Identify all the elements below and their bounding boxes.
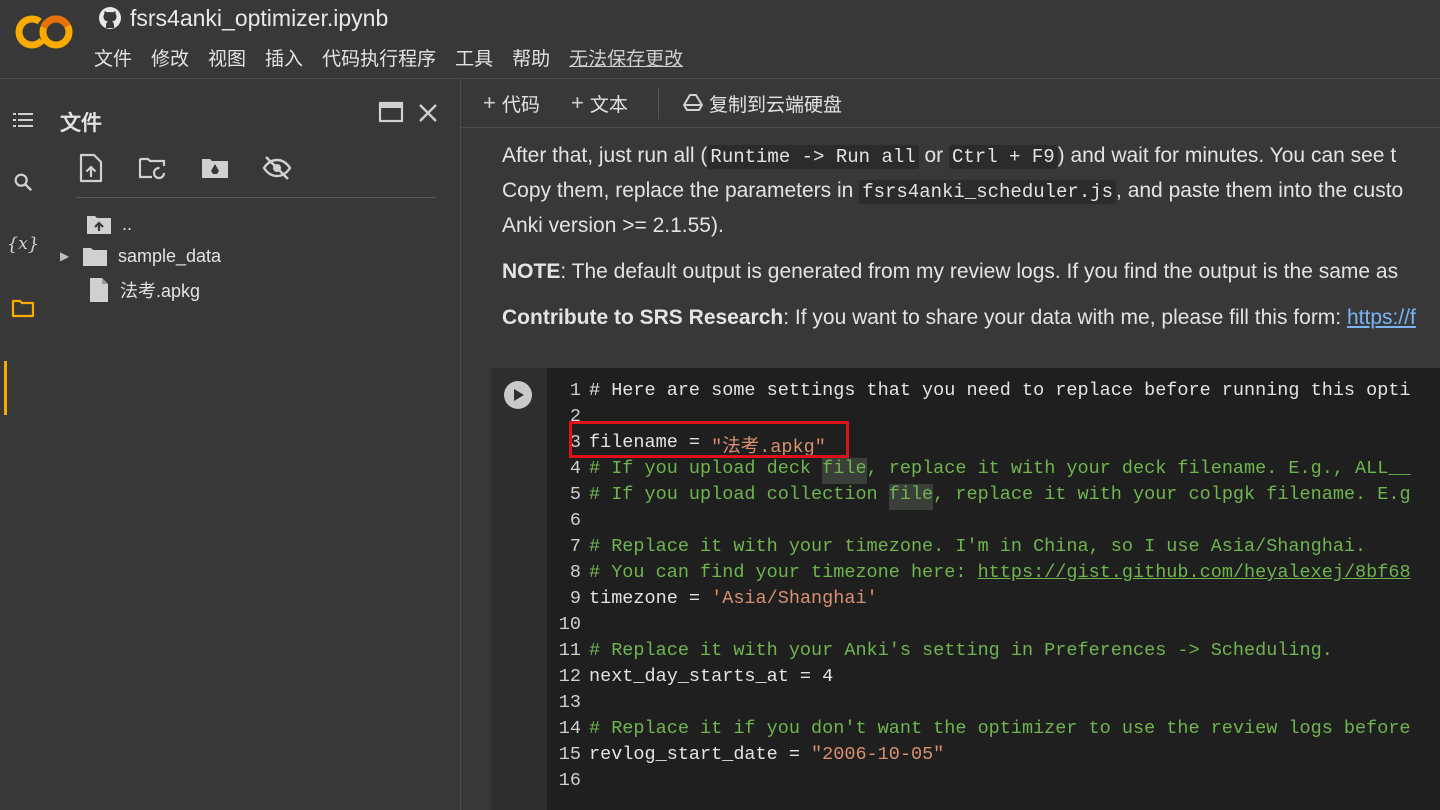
file-icon: [90, 278, 108, 302]
notebook-toolbar: + 代码 + 文本 复制到云端硬盘: [461, 79, 1440, 128]
code-line: 6: [569, 510, 581, 531]
variables-icon[interactable]: {x}: [7, 231, 40, 257]
file-panel: 文件 .. ▶ sample_data 法考.apkg: [46, 79, 461, 810]
code-line: 9 timezone = 'Asia/Shanghai': [569, 588, 878, 609]
menu-view[interactable]: 视图: [208, 44, 246, 71]
add-code-label: 代码: [501, 94, 540, 116]
folder-up-icon: [87, 216, 111, 234]
tree-item-sample-data[interactable]: ▶ sample_data: [60, 245, 221, 267]
plus-icon: +: [571, 90, 584, 115]
unsaved-changes-link[interactable]: 无法保存更改: [569, 44, 683, 71]
tree-item-parent[interactable]: ..: [86, 213, 132, 235]
notebook-title-text[interactable]: fsrs4anki_optimizer.ipynb: [130, 5, 388, 32]
code-line: 15 revlog_start_date = "2006-10-05": [558, 744, 945, 765]
markdown-paragraph: After that, just run all (Runtime -> Run…: [502, 144, 1397, 169]
hide-hidden-files-icon[interactable]: [262, 153, 292, 183]
menu-bar: 文件 修改 视图 插入 代码执行程序 工具 帮助 无法保存更改: [94, 44, 683, 71]
run-cell-button[interactable]: [504, 381, 532, 409]
close-icon[interactable]: [416, 101, 440, 125]
tree-item-apkg[interactable]: 法考.apkg: [88, 277, 200, 303]
code-cell[interactable]: 1 # Here are some settings that you need …: [491, 368, 1440, 810]
folder-icon: [83, 248, 107, 266]
play-icon: [514, 389, 524, 401]
add-text-label: 文本: [589, 94, 628, 116]
code-line: 14 # Replace it if you don't want the opt…: [558, 718, 1411, 739]
code-line: 5 # If you upload collection file, replac…: [547, 484, 1411, 510]
timezone-link[interactable]: https://gist.github.com/heyalexej/8bf68: [978, 562, 1411, 588]
file-panel-title: 文件: [60, 112, 102, 135]
plus-icon: +: [483, 90, 496, 115]
app-header: fsrs4anki_optimizer.ipynb 文件 修改 视图 插入 代码…: [0, 0, 1440, 79]
upload-file-icon[interactable]: [76, 153, 106, 183]
inline-code: Ctrl + F9: [949, 145, 1058, 169]
code-line: 4 # If you upload deck file, replace it w…: [547, 458, 1411, 484]
activity-bar: {x}: [0, 79, 46, 810]
add-code-button[interactable]: + 代码: [483, 89, 540, 117]
copy-to-drive-button[interactable]: 复制到云端硬盘: [683, 89, 842, 117]
menu-file[interactable]: 文件: [94, 44, 132, 71]
menu-insert[interactable]: 插入: [265, 44, 303, 71]
code-line: 7 # Replace it with your timezone. I'm in…: [569, 536, 1367, 557]
code-line: 11 # Replace it with your Anki's setting …: [558, 640, 1333, 661]
open-in-window-icon[interactable]: [378, 101, 404, 123]
copy-to-drive-label: 复制到云端硬盘: [709, 94, 843, 116]
files-icon[interactable]: [10, 295, 36, 321]
menu-runtime[interactable]: 代码执行程序: [322, 44, 436, 71]
tree-item-label: sample_data: [118, 245, 222, 266]
form-link[interactable]: https://f: [1347, 306, 1416, 329]
markdown-paragraph: Anki version >= 2.1.55).: [502, 214, 724, 237]
mount-drive-icon[interactable]: [200, 153, 230, 183]
toolbar-divider: [658, 87, 659, 119]
inline-code: Runtime -> Run all: [707, 145, 919, 169]
notebook-content: After that, just run all (Runtime -> Run…: [461, 128, 1440, 810]
tree-item-label: 法考.apkg: [120, 281, 201, 301]
expand-arrow-icon[interactable]: ▶: [60, 249, 72, 263]
code-line: 13: [558, 692, 581, 713]
inline-code: fsrs4anki_scheduler.js: [859, 180, 1117, 204]
menu-tools[interactable]: 工具: [455, 44, 493, 71]
active-indicator: [4, 361, 7, 415]
menu-help[interactable]: 帮助: [512, 44, 550, 71]
drive-icon: [683, 94, 703, 111]
code-line: 1 # Here are some settings that you need …: [569, 380, 1411, 401]
code-editor[interactable]: 1 # Here are some settings that you need …: [547, 368, 1440, 810]
menu-edit[interactable]: 修改: [151, 44, 189, 71]
github-icon: [99, 7, 121, 29]
code-line: 16: [558, 770, 581, 791]
add-text-button[interactable]: + 文本: [571, 89, 628, 117]
markdown-contribute: Contribute to SRS Research: If you want …: [502, 306, 1416, 329]
code-line: 12 next_day_starts_at = 4: [558, 666, 834, 687]
code-line: 8 # You can find your timezone here: http…: [547, 562, 1411, 588]
markdown-paragraph: Copy them, replace the parameters in fsr…: [502, 179, 1404, 204]
tree-item-label: ..: [122, 213, 133, 234]
refresh-folder-icon[interactable]: [138, 153, 168, 183]
markdown-note: NOTE: The default output is generated fr…: [502, 260, 1399, 283]
colab-logo-icon[interactable]: [14, 12, 74, 52]
notebook-title[interactable]: fsrs4anki_optimizer.ipynb: [98, 4, 388, 32]
annotation-highlight-box: [569, 421, 849, 458]
search-icon[interactable]: [10, 169, 36, 195]
table-of-contents-icon[interactable]: [10, 107, 36, 133]
divider: [76, 197, 436, 198]
code-line: 10: [558, 614, 581, 635]
file-toolbar: [76, 153, 292, 183]
